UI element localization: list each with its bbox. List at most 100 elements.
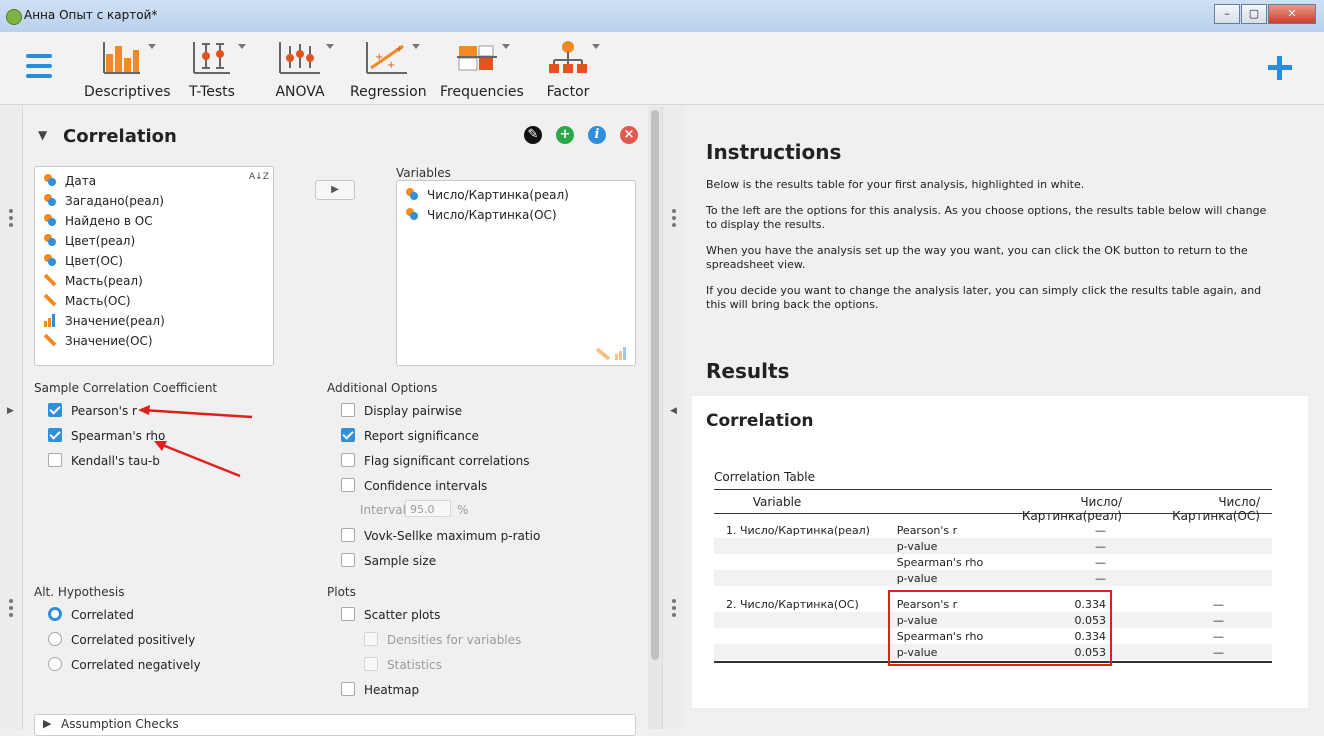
heatmap-checkbox[interactable]: Heatmap bbox=[341, 682, 419, 697]
interval-input[interactable]: 95.0 bbox=[405, 500, 451, 517]
confidence-intervals-checkbox[interactable]: Confidence intervals bbox=[341, 478, 487, 493]
list-item[interactable]: Цвет(ОС) bbox=[43, 253, 123, 268]
plots-group-label: Plots bbox=[327, 585, 356, 599]
correlated-negatively-radio[interactable]: Correlated negatively bbox=[48, 657, 201, 672]
instructions-title: Instructions bbox=[706, 140, 842, 164]
nominal-variable-icon bbox=[406, 188, 418, 200]
chevron-down-icon bbox=[326, 44, 334, 49]
table-row: p-value — bbox=[714, 538, 1272, 554]
selected-variables-list[interactable]: Число/Картинка(реал) Число/Картинка(ОС) bbox=[396, 180, 636, 366]
minimize-button[interactable]: – bbox=[1214, 4, 1240, 24]
option-label: Correlated positively bbox=[71, 633, 196, 647]
options-scrollbar[interactable] bbox=[648, 106, 662, 729]
table-cell-c2 bbox=[1118, 554, 1272, 570]
flag-significant-checkbox[interactable]: Flag significant correlations bbox=[341, 453, 529, 468]
menu-icon[interactable] bbox=[26, 54, 52, 84]
descriptives-button[interactable]: Descriptives bbox=[84, 40, 171, 100]
results-table-area[interactable]: Correlation Correlation Table Variable Ч… bbox=[692, 396, 1308, 708]
table-rule bbox=[714, 513, 1272, 514]
column-header-variable: Variable bbox=[752, 495, 802, 509]
checkbox-disabled-icon bbox=[364, 657, 378, 671]
option-label: Correlated negatively bbox=[71, 658, 201, 672]
left-collapse-strip[interactable]: ▶ bbox=[0, 106, 23, 729]
add-icon[interactable]: + bbox=[556, 126, 574, 144]
table-rule bbox=[714, 489, 1272, 490]
list-item[interactable]: Значение(реал) bbox=[43, 313, 165, 328]
panel-divider[interactable]: ◀ bbox=[662, 106, 686, 729]
table-cell-var bbox=[714, 644, 897, 660]
nominal-variable-icon bbox=[44, 194, 56, 206]
drag-handle-icon[interactable] bbox=[9, 206, 13, 230]
table-row: Spearman's rho — bbox=[714, 554, 1272, 570]
table-cell-c2: — bbox=[1213, 597, 1224, 611]
list-item[interactable]: Число/Картинка(реал) bbox=[405, 187, 569, 202]
list-item[interactable]: Значение(ОС) bbox=[43, 333, 153, 348]
variable-name: Цвет(ОС) bbox=[65, 254, 123, 268]
report-significance-checkbox[interactable]: Report significance bbox=[341, 428, 479, 443]
svg-text:+: + bbox=[387, 60, 395, 71]
option-label: Scatter plots bbox=[364, 608, 441, 622]
checkbox-icon bbox=[341, 682, 355, 696]
drag-handle-icon[interactable] bbox=[672, 206, 676, 230]
sort-icon[interactable]: A↓Z bbox=[249, 173, 269, 182]
regression-button[interactable]: + + + Regression bbox=[350, 40, 427, 100]
collapse-icon[interactable]: ▼ bbox=[38, 128, 47, 142]
correlated-positively-radio[interactable]: Correlated positively bbox=[48, 632, 195, 647]
source-variables-list[interactable]: A↓Z Дата Загадано(реал) Найдено в ОС Цвет(р… bbox=[34, 166, 274, 366]
table-cell-c1: — bbox=[1094, 539, 1106, 553]
scrollbar-thumb[interactable] bbox=[651, 110, 659, 660]
drag-handle-icon[interactable] bbox=[672, 596, 676, 620]
vovk-sellke-checkbox[interactable]: Vovk-Sellke maximum p-ratio bbox=[341, 528, 540, 543]
anova-button[interactable]: ANOVA bbox=[270, 40, 334, 100]
close-analysis-icon[interactable]: × bbox=[620, 126, 638, 144]
variable-name: Цвет(реал) bbox=[65, 234, 136, 248]
frequencies-button[interactable]: Frequencies bbox=[440, 40, 524, 100]
table-cell-c2 bbox=[1118, 522, 1272, 538]
checkbox-icon bbox=[341, 478, 355, 492]
list-item[interactable]: Загадано(реал) bbox=[43, 193, 164, 208]
continuous-variable-icon bbox=[43, 293, 57, 307]
statistics-checkbox[interactable]: Statistics bbox=[364, 657, 442, 672]
factor-icon bbox=[549, 41, 587, 73]
list-item[interactable]: Цвет(реал) bbox=[43, 233, 135, 248]
list-item[interactable]: Найдено в ОС bbox=[43, 213, 153, 228]
analysis-title: Correlation bbox=[63, 126, 177, 147]
correlated-radio[interactable]: Correlated bbox=[48, 607, 134, 622]
instruction-paragraph: Below is the results table for your firs… bbox=[706, 178, 1085, 191]
variable-name: Значение(ОС) bbox=[65, 334, 153, 348]
close-window-button[interactable]: ✕ bbox=[1268, 4, 1316, 24]
add-analysis-icon[interactable] bbox=[1266, 54, 1294, 82]
anova-label: ANOVA bbox=[275, 84, 325, 100]
scatter-plots-checkbox[interactable]: Scatter plots bbox=[341, 607, 440, 622]
option-label: Vovk-Sellke maximum p-ratio bbox=[364, 529, 541, 543]
checkbox-icon bbox=[341, 553, 355, 567]
move-variable-button[interactable]: ▶ bbox=[315, 180, 355, 200]
nominal-variable-icon bbox=[406, 208, 418, 220]
table-cell-stat: Spearman's rho bbox=[896, 555, 984, 569]
descriptives-icon bbox=[103, 42, 140, 74]
list-item[interactable]: Масть(ОС) bbox=[43, 293, 131, 308]
factor-button[interactable]: Factor bbox=[540, 40, 600, 100]
checkbox-checked-icon bbox=[48, 403, 62, 417]
list-item[interactable]: Дата bbox=[43, 173, 96, 188]
expand-arrow-icon[interactable]: ▶ bbox=[7, 406, 14, 416]
t-tests-button[interactable]: T-Tests bbox=[182, 40, 246, 100]
sample-size-checkbox[interactable]: Sample size bbox=[341, 553, 436, 568]
svg-text:+: + bbox=[395, 44, 403, 55]
display-pairwise-checkbox[interactable]: Display pairwise bbox=[341, 403, 462, 418]
list-item[interactable]: Число/Картинка(ОС) bbox=[405, 207, 557, 222]
edit-icon[interactable]: ✎ bbox=[524, 126, 542, 144]
drag-handle-icon[interactable] bbox=[9, 596, 13, 620]
option-label: Display pairwise bbox=[364, 404, 463, 418]
densities-checkbox[interactable]: Densities for variables bbox=[364, 632, 521, 647]
info-icon[interactable]: i bbox=[588, 126, 606, 144]
table-cell-var bbox=[714, 554, 897, 570]
additional-options-label: Additional Options bbox=[327, 381, 438, 395]
list-item[interactable]: Масть(реал) bbox=[43, 273, 143, 288]
coefficient-group-label: Sample Correlation Coefficient bbox=[34, 381, 218, 395]
frequencies-icon bbox=[457, 45, 497, 71]
collapse-arrow-icon[interactable]: ◀ bbox=[670, 406, 677, 416]
maximize-button[interactable]: ▢ bbox=[1241, 4, 1267, 24]
column-header-1: Число/Картинка(реал) bbox=[1021, 495, 1122, 523]
assumption-checks-section[interactable]: ▶ Assumption Checks bbox=[34, 714, 636, 736]
